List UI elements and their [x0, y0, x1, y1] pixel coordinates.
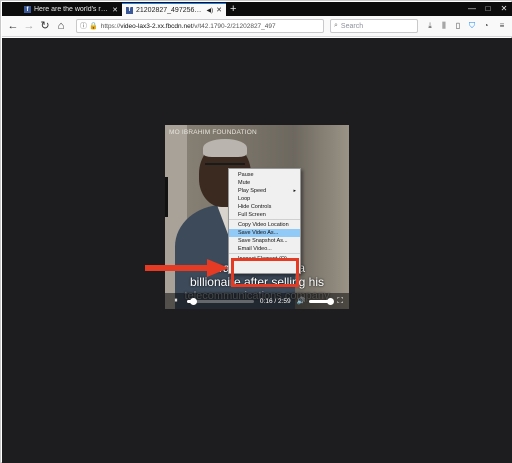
- context-menu-item-label: Save Snapshot As...: [238, 238, 288, 244]
- download-icon[interactable]: ⤓: [424, 20, 436, 32]
- url-path: /v/t42.1790-2/21202827_497: [192, 22, 276, 30]
- context-menu-item-label: Copy Video Location: [238, 222, 289, 228]
- forward-button[interactable]: →: [22, 19, 36, 33]
- url-prefix: https://: [100, 22, 121, 30]
- volume-slider[interactable]: [309, 297, 335, 305]
- reload-button[interactable]: ↻: [38, 19, 52, 33]
- facebook-icon: f: [126, 6, 133, 14]
- video-person-hair: [203, 139, 247, 157]
- context-menu-item[interactable]: Mute: [229, 179, 300, 187]
- annotation-highlight-box: [231, 258, 299, 287]
- volume-thumb[interactable]: [327, 297, 335, 305]
- context-menu-item[interactable]: Full Screen: [229, 211, 300, 220]
- current-time: 0:16: [259, 297, 273, 305]
- tab-video[interactable]: f 21202827_49725667063400 ◀) ✕: [122, 3, 226, 16]
- sidebar-icon[interactable]: ▯: [452, 20, 464, 32]
- tab-title: 21202827_49725667063400: [136, 6, 205, 14]
- context-menu-item[interactable]: Pause: [229, 171, 300, 179]
- context-menu-item[interactable]: Email Video...: [229, 245, 300, 254]
- maximize-button[interactable]: □: [480, 2, 496, 15]
- account-icon[interactable]: ◔: [480, 20, 492, 32]
- context-menu-item-label: Play Speed: [238, 188, 267, 194]
- context-menu-item-label: Loop: [238, 196, 251, 202]
- search-input[interactable]: ⌕ Search: [330, 19, 418, 33]
- volume-icon[interactable]: 🔊: [297, 297, 306, 305]
- menu-icon[interactable]: ≡: [496, 20, 508, 32]
- submenu-arrow-icon: ▸: [293, 188, 296, 194]
- scrubber-thumb[interactable]: [190, 297, 198, 305]
- video-controls: ⏸ 0:16 / 2:59 🔊 ⛶: [165, 293, 349, 309]
- url-host: video-lax3-2.xx.fbcdn.net: [120, 22, 193, 30]
- navigation-toolbar: ← → ↻ ⌂ ⓘ 🔒 https://video-lax3-2.xx.fbcd…: [2, 16, 512, 37]
- search-icon: ⌕: [334, 22, 338, 29]
- video-scrubber[interactable]: [187, 297, 254, 305]
- speaker-icon[interactable]: ◀): [207, 7, 214, 14]
- facebook-icon: f: [24, 6, 31, 13]
- fullscreen-icon[interactable]: ⛶: [337, 296, 343, 306]
- context-menu-item-label: Email Video...: [238, 246, 272, 252]
- lock-icon[interactable]: 🔒: [89, 22, 98, 30]
- home-button[interactable]: ⌂: [54, 19, 68, 33]
- back-button[interactable]: ←: [6, 19, 20, 33]
- context-menu-item[interactable]: Save Video As...: [229, 229, 300, 237]
- minimize-button[interactable]: —: [464, 2, 480, 15]
- context-menu-item[interactable]: Copy Video Location: [229, 221, 300, 229]
- close-window-button[interactable]: ✕: [496, 2, 512, 15]
- close-icon[interactable]: ✕: [213, 6, 222, 14]
- video-frame-mark: [165, 177, 171, 217]
- time-separator: /: [274, 297, 277, 305]
- tab-richest-billionaires[interactable]: f Here are the world's richest bil ✕: [20, 3, 122, 16]
- context-menu-item[interactable]: Save Snapshot As...: [229, 237, 300, 245]
- context-menu-item-label: Save Video As...: [238, 230, 279, 236]
- arrow-shape: [145, 259, 229, 277]
- shield-icon[interactable]: ⛉: [466, 20, 478, 32]
- url-text: https://video-lax3-2.xx.fbcdn.net/v/t42.…: [101, 23, 276, 30]
- context-menu-item-label: Hide Controls: [238, 204, 272, 210]
- pause-icon[interactable]: ⏸: [171, 297, 181, 305]
- context-menu-item[interactable]: Loop: [229, 195, 300, 203]
- video-time: 0:16 / 2:59: [260, 298, 291, 305]
- tab-title: Here are the world's richest bil: [34, 6, 109, 13]
- context-menu-item[interactable]: Hide Controls: [229, 203, 300, 211]
- context-menu-item-label: Mute: [238, 180, 251, 186]
- video-watermark: MO IBRAHIM FOUNDATION: [169, 129, 257, 136]
- library-icon[interactable]: ⫼: [438, 20, 450, 32]
- url-bar[interactable]: ⓘ 🔒 https://video-lax3-2.xx.fbcdn.net/v/…: [76, 19, 324, 33]
- context-menu-item[interactable]: Play Speed ▸: [229, 187, 300, 195]
- new-tab-button[interactable]: +: [230, 3, 236, 15]
- duration: 2:59: [278, 297, 291, 305]
- context-menu-item-label: Full Screen: [238, 212, 266, 218]
- close-icon[interactable]: ✕: [109, 6, 118, 14]
- context-menu-item-label: Pause: [238, 172, 254, 178]
- search-placeholder: Search: [340, 22, 364, 30]
- annotation-arrow-icon: [145, 259, 229, 277]
- info-icon[interactable]: ⓘ: [80, 21, 87, 31]
- browser-window: f Here are the world's richest bil ✕ f 2…: [0, 0, 512, 463]
- tab-strip: f Here are the world's richest bil ✕ f 2…: [2, 2, 512, 16]
